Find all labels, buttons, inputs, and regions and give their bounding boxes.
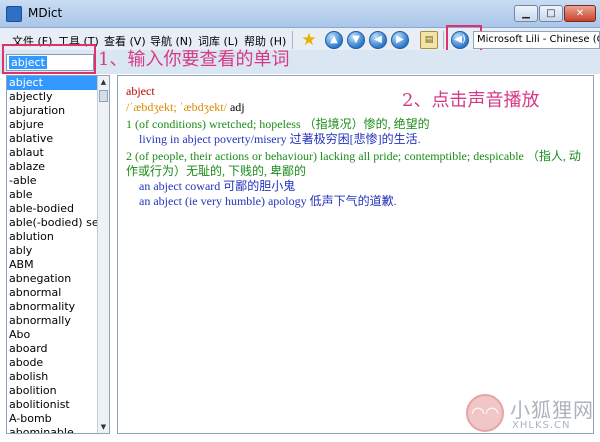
search-highlight-box [2,44,96,74]
word-list-scrollbar[interactable]: ▲ ▼ [97,76,109,433]
fox-logo-icon: ◠◠ [466,394,504,432]
word-list-item[interactable]: able [7,188,99,202]
scroll-down-icon[interactable]: ▼ [98,421,109,433]
word-list-item[interactable]: Abo [7,328,99,342]
scroll-up-icon[interactable]: ▲ [98,76,109,88]
word-list-item[interactable]: abolition [7,384,99,398]
step2-annotation: 2、点击声音播放 [402,90,540,111]
watermark-url: XHLKS.CN [512,420,571,431]
step1-annotation: 1、输入你要查看的单词 [98,49,290,70]
word-list-item[interactable]: abjectly [7,90,99,104]
entry-example-2a: an abject coward 可鄙的胆小鬼 [139,179,296,193]
word-list-item[interactable]: abjure [7,118,99,132]
word-list-item[interactable]: ablative [7,132,99,146]
word-list-item[interactable]: able-bodied [7,202,99,216]
word-list-item[interactable]: -able [7,174,99,188]
back-icon[interactable]: ◀ [369,31,387,49]
word-list-item[interactable]: ABM [7,258,99,272]
word-list-item[interactable]: abolitionist [7,398,99,412]
minimize-button[interactable]: ▁ [514,5,538,22]
dictionary-select[interactable]: Microsoft Lili - Chinese (C [473,31,600,49]
entry-pos: adj [229,100,245,114]
watermark-name: 小狐狸网 [510,398,594,422]
word-list-item[interactable]: ably [7,244,99,258]
clipboard-icon[interactable]: ▤ [420,31,438,49]
app-icon [6,6,22,22]
entry-phonetic: /ˈæbdʒekt; ˈæbdʒekt/ [126,100,227,114]
word-list-item[interactable]: abnegation [7,272,99,286]
window-title: MDict [28,6,63,20]
entry-example-1: living in abject poverty/misery 过著极穷困[悲惨… [139,132,421,146]
maximize-button[interactable]: □ [539,5,563,22]
forward-icon[interactable]: ▶ [391,31,409,49]
entry-example-2b: an abject (ie very humble) apology 低声下气的… [139,194,397,208]
word-list-item[interactable]: ablaut [7,146,99,160]
word-list-item[interactable]: ablution [7,230,99,244]
word-list-item[interactable]: abnormal [7,286,99,300]
arrow-up-icon[interactable]: ▲ [325,31,343,49]
toolbar-separator [443,31,444,49]
word-list-item[interactable]: aboard [7,342,99,356]
word-list-item[interactable]: abnormally [7,314,99,328]
word-list-item[interactable]: abnormality [7,300,99,314]
entry-sense-1: 1 (of conditions) wretched; hopeless （指境… [126,117,430,131]
word-list-item[interactable]: abominable [7,426,99,433]
word-list-item[interactable]: able(-bodied) seam [7,216,99,230]
word-list[interactable]: abject abjectly abjuration abjure ablative ab… [6,75,110,434]
watermark: ◠◠ 小狐狸网 XHLKS.CN [462,392,600,442]
word-list-item[interactable]: ablaze [7,160,99,174]
word-list-item[interactable]: abject [7,76,99,90]
definition-pane: abject /ˈæbdʒekt; ˈæbdʒekt/ adj 1 (of co… [117,75,594,434]
close-button[interactable]: ✕ [564,5,596,22]
scroll-thumb[interactable] [99,90,108,102]
word-list-item[interactable]: abolish [7,370,99,384]
word-list-item[interactable]: abode [7,356,99,370]
arrow-down-icon[interactable]: ▼ [347,31,365,49]
title-bar: MDict ▁ □ ✕ [0,0,600,28]
word-list-item[interactable]: abjuration [7,104,99,118]
favorite-star-icon[interactable]: ★ [300,31,318,49]
word-list-item[interactable]: A-bomb [7,412,99,426]
entry-sense-2: 2 (of people, their actions or behaviour… [126,149,581,178]
toolbar-separator [292,31,293,49]
